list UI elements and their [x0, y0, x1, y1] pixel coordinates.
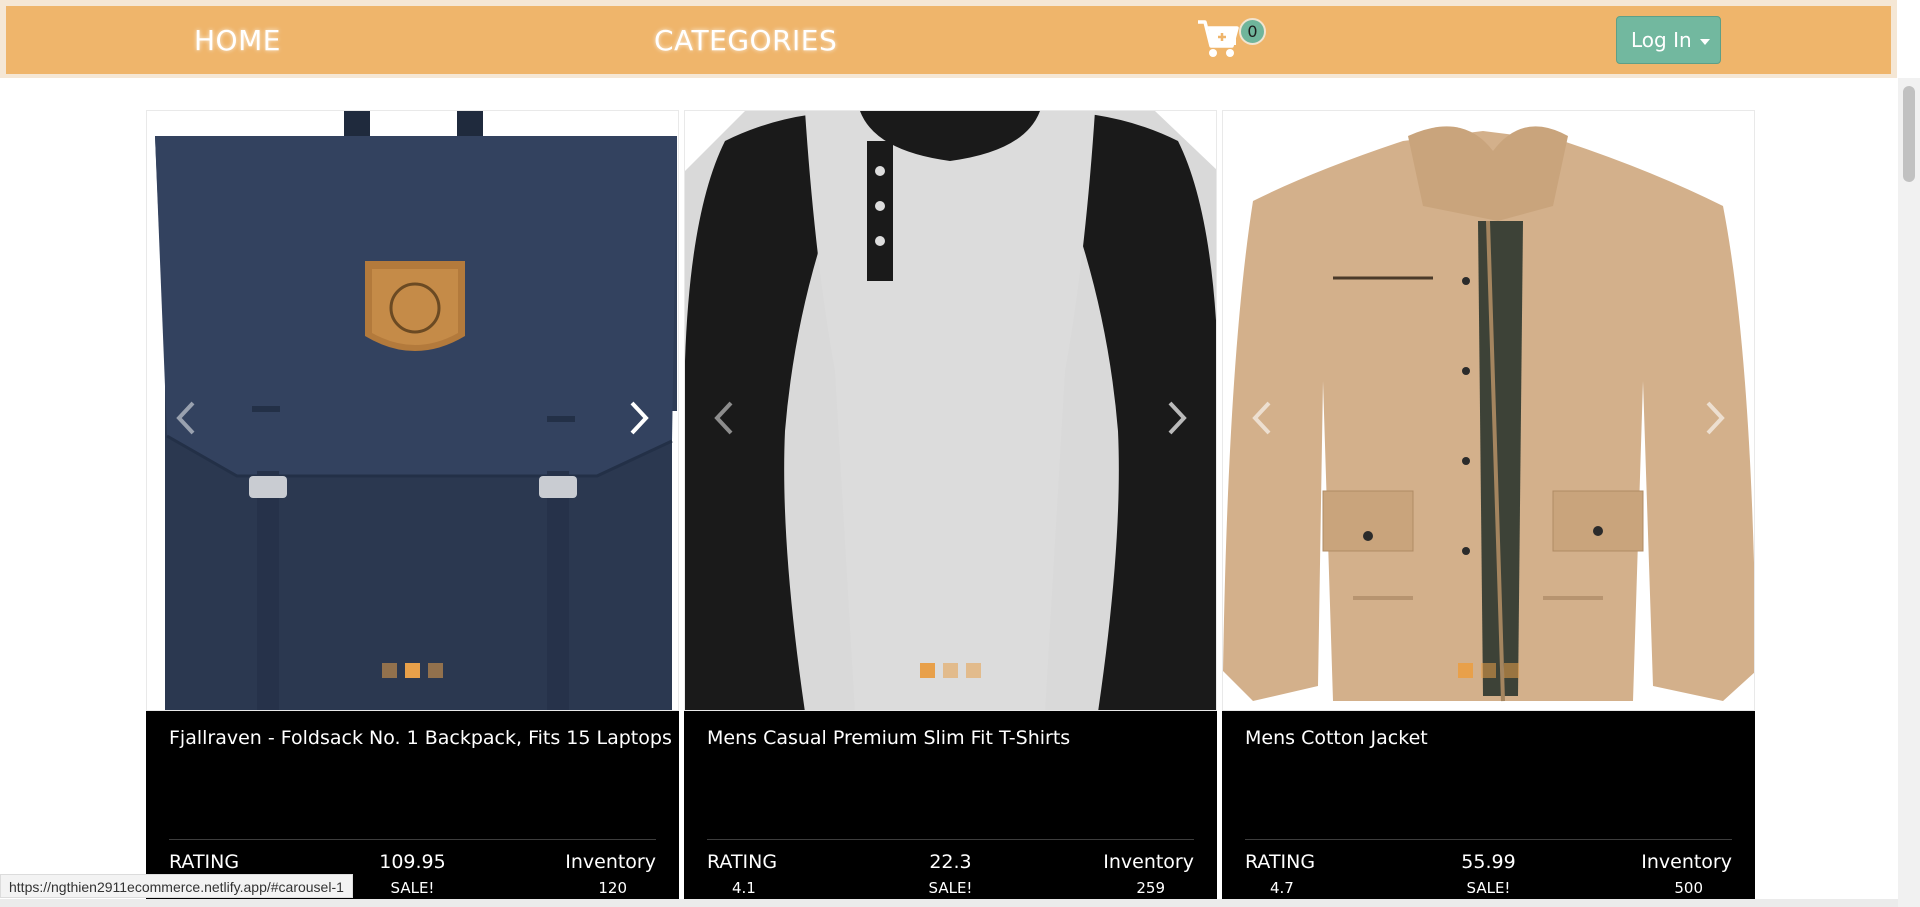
scrollbar-thumb[interactable] [1903, 86, 1915, 182]
carousel-indicator[interactable] [966, 663, 981, 678]
product-info: Mens Casual Premium Slim Fit T-Shirts RA… [684, 711, 1217, 907]
login-label: Log In [1631, 28, 1692, 52]
carousel-indicator[interactable] [1458, 663, 1473, 678]
vertical-scrollbar[interactable] [1898, 78, 1920, 907]
carousel-indicator[interactable] [382, 663, 397, 678]
status-bar-url: https://ngthien2911ecommerce.netlify.app… [0, 874, 353, 898]
product-carousel [684, 110, 1217, 711]
carousel-indicator[interactable] [943, 663, 958, 678]
carousel-prev-arrow-icon[interactable] [709, 393, 739, 443]
product-card: Mens Casual Premium Slim Fit T-Shirts RA… [684, 110, 1217, 907]
page: HOME CATEGORIES 0 Log In Fjallraven - Fo… [0, 0, 1920, 907]
carousel-indicator[interactable] [1504, 663, 1519, 678]
caret-down-icon [1700, 38, 1711, 45]
cart-icon [1198, 20, 1239, 57]
jacket-image [1223, 111, 1754, 710]
divider [169, 839, 656, 840]
product-info: Mens Cotton Jacket RATING 55.99 Inventor… [1222, 711, 1755, 907]
carousel-next-arrow-icon[interactable] [1162, 393, 1192, 443]
backpack-image [147, 111, 678, 710]
carousel-indicator[interactable] [428, 663, 443, 678]
cart-count-badge: 0 [1239, 18, 1266, 45]
top-navbar: HOME CATEGORIES 0 Log In [0, 0, 1897, 78]
carousel-prev-arrow-icon[interactable] [1247, 393, 1277, 443]
carousel-prev-arrow-icon[interactable] [171, 393, 201, 443]
product-carousel [1222, 110, 1755, 711]
carousel-indicator[interactable] [405, 663, 420, 678]
carousel-indicator[interactable] [1481, 663, 1496, 678]
product-title[interactable]: Fjallraven - Foldsack No. 1 Backpack, Fi… [169, 727, 672, 749]
product-title[interactable]: Mens Cotton Jacket [1245, 727, 1428, 749]
carousel-next-arrow-icon[interactable] [1700, 393, 1730, 443]
tshirt-image [685, 111, 1216, 710]
inventory-value: 500 [1674, 879, 1703, 897]
nav-home-link[interactable]: HOME [194, 24, 281, 57]
cart-button[interactable]: 0 [1196, 18, 1266, 68]
carousel-next-arrow-icon[interactable] [624, 393, 654, 443]
carousel-indicators [147, 663, 678, 678]
inventory-label: Inventory [1103, 851, 1194, 873]
divider [707, 839, 1194, 840]
product-card: Mens Cotton Jacket RATING 55.99 Inventor… [1222, 110, 1755, 907]
inventory-label: Inventory [1641, 851, 1732, 873]
login-dropdown-button[interactable]: Log In [1616, 16, 1721, 64]
divider [1245, 839, 1732, 840]
carousel-indicators [685, 663, 1216, 678]
product-carousel [146, 110, 679, 711]
inventory-value: 120 [598, 879, 627, 897]
carousel-indicator[interactable] [920, 663, 935, 678]
nav-categories-link[interactable]: CATEGORIES [654, 24, 837, 57]
carousel-indicators [1223, 663, 1754, 678]
inventory-label: Inventory [565, 851, 656, 873]
horizontal-scrollbar[interactable] [0, 899, 1898, 907]
product-title[interactable]: Mens Casual Premium Slim Fit T-Shirts [707, 727, 1070, 749]
product-card: Fjallraven - Foldsack No. 1 Backpack, Fi… [146, 110, 679, 907]
inventory-value: 259 [1136, 879, 1165, 897]
